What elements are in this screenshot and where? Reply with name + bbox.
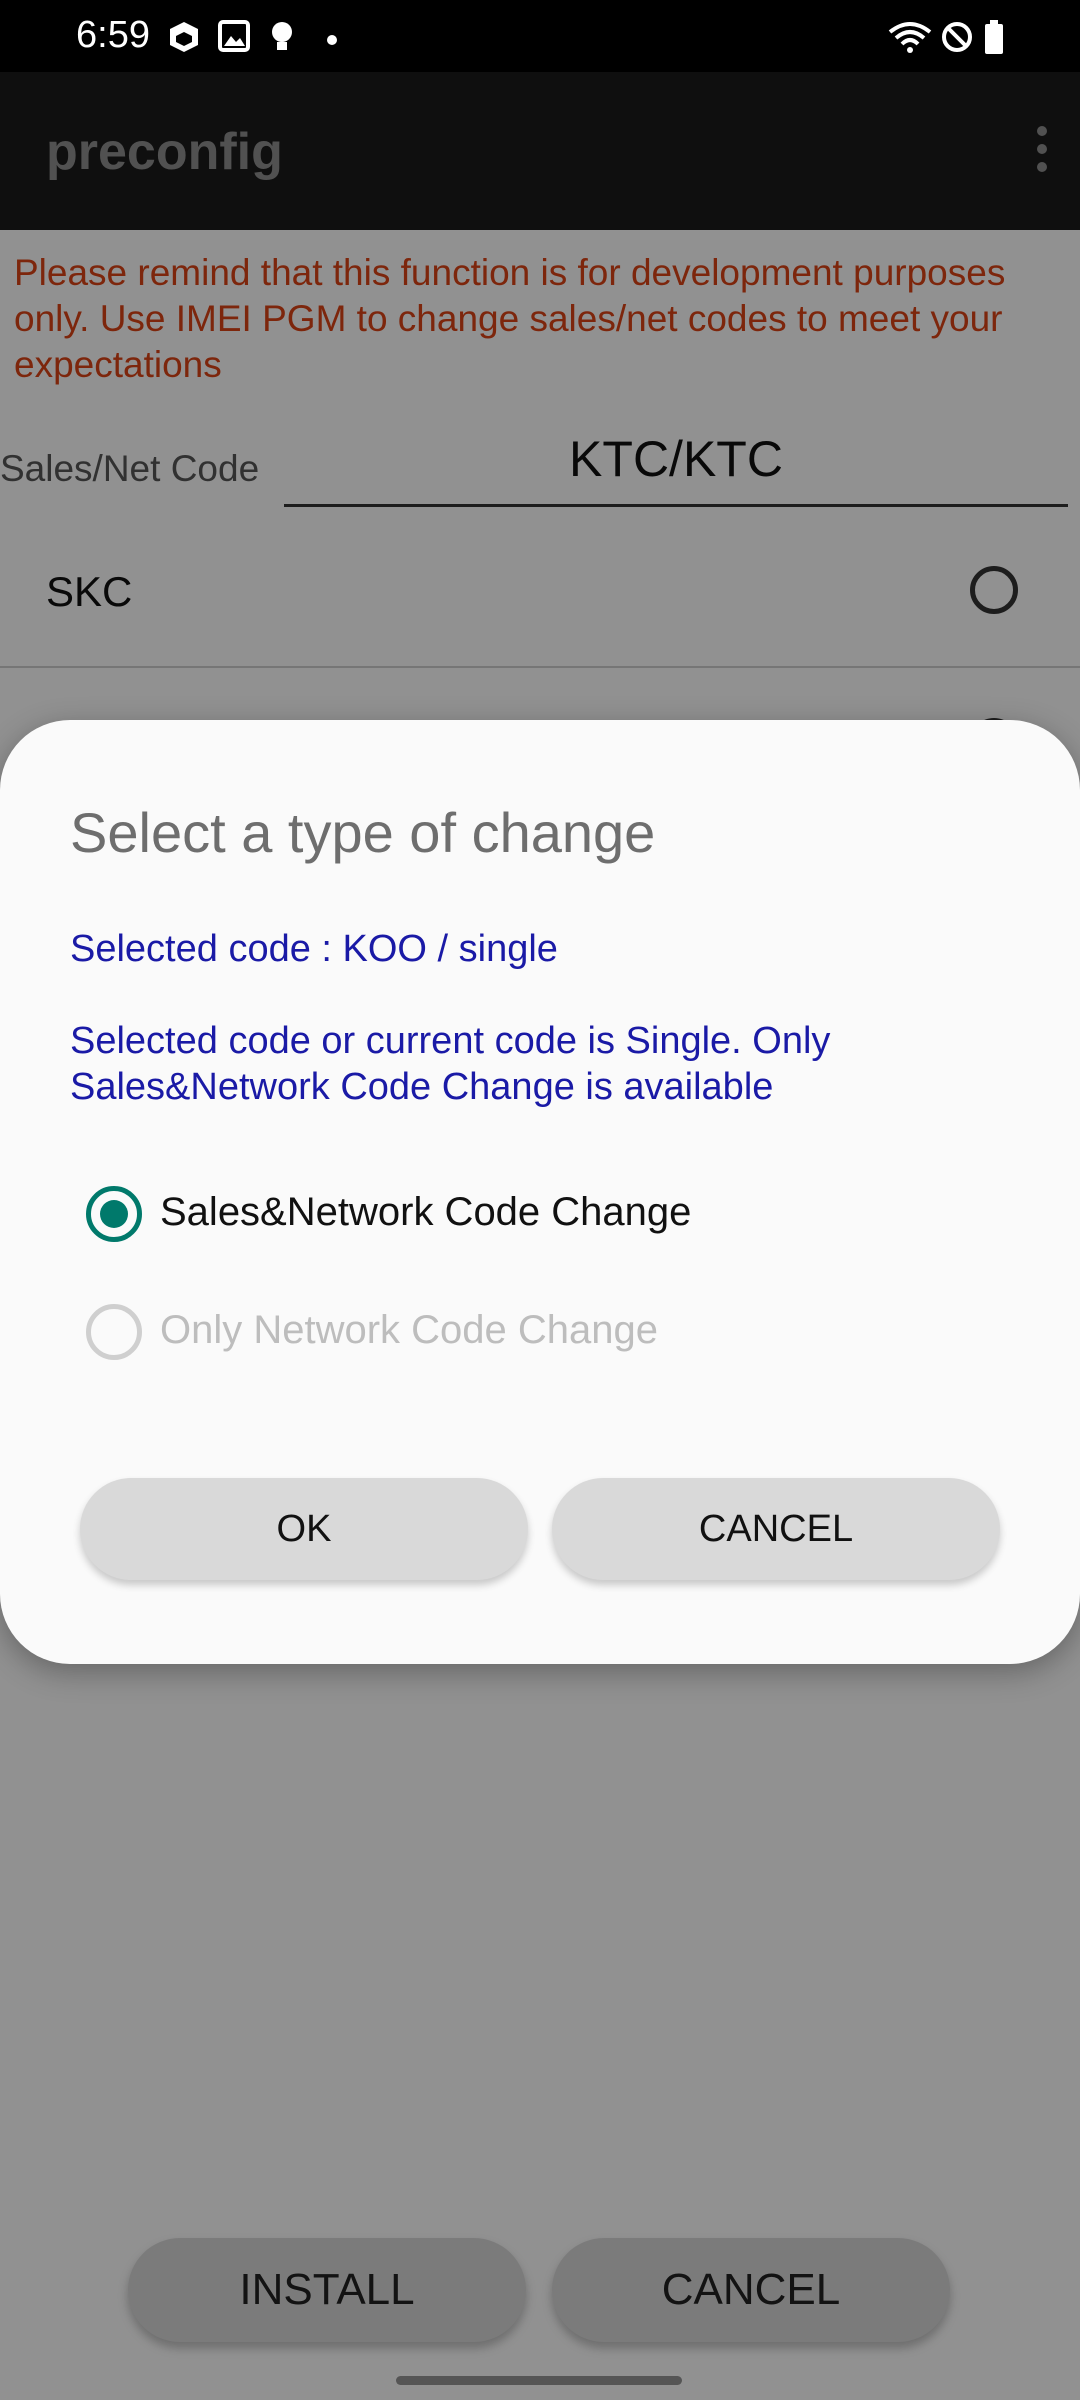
selected-code-text: Selected code : KOO / single bbox=[70, 928, 558, 970]
option-network-only-change: Only Network Code Change bbox=[86, 1302, 786, 1362]
option-label: Sales&Network Code Change bbox=[160, 1190, 692, 1234]
dot-icon bbox=[327, 35, 337, 45]
option-sales-network-change[interactable]: Sales&Network Code Change bbox=[86, 1184, 786, 1244]
ok-button[interactable]: OK bbox=[80, 1478, 528, 1580]
wifi-icon bbox=[888, 22, 932, 53]
dialog-message: Selected code or current code is Single.… bbox=[70, 1020, 831, 1108]
dialog-title: Select a type of change bbox=[70, 801, 656, 864]
radio-selected-icon[interactable] bbox=[86, 1186, 142, 1242]
box-icon bbox=[170, 22, 198, 52]
status-bar: 6:59 bbox=[0, 0, 1080, 72]
radio-disabled-icon bbox=[86, 1304, 142, 1360]
status-time: 6:59 bbox=[76, 14, 150, 56]
change-type-dialog: Select a type of change Selected code : … bbox=[0, 720, 1080, 1664]
nav-handle[interactable] bbox=[396, 2376, 682, 2385]
image-icon bbox=[218, 20, 250, 52]
bulb-icon bbox=[272, 22, 292, 50]
dialog-cancel-button[interactable]: CANCEL bbox=[552, 1478, 1000, 1580]
battery-icon bbox=[985, 20, 1003, 54]
block-icon bbox=[942, 22, 972, 52]
option-label: Only Network Code Change bbox=[160, 1308, 659, 1352]
